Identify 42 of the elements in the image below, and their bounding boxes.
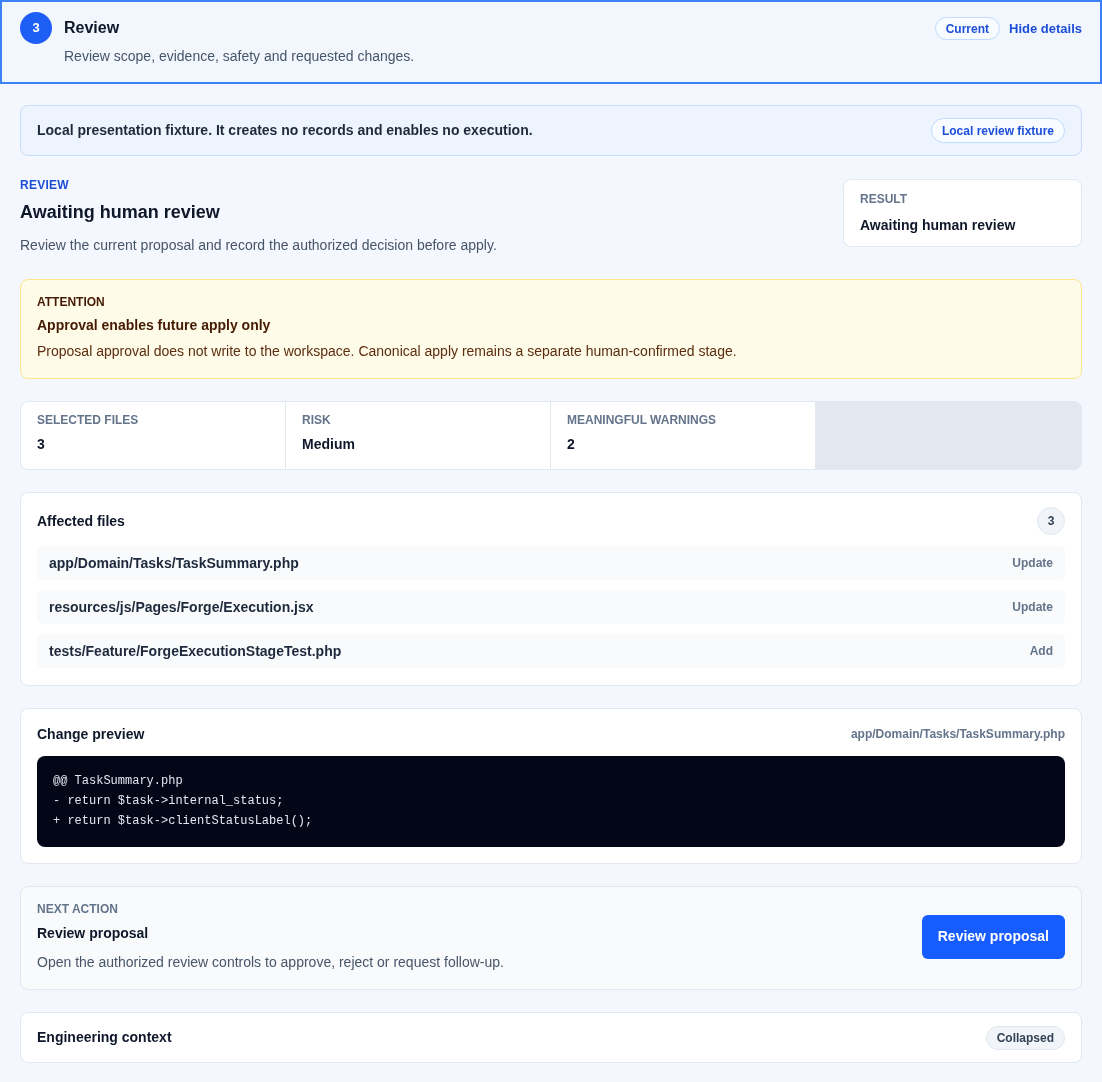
- fixture-badge: Local review fixture: [930, 118, 1065, 143]
- stat-value: Medium: [302, 435, 356, 454]
- file-path: app/Domain/Tasks/TaskSummary.php: [49, 553, 299, 573]
- preview-file-path: app/Domain/Tasks/TaskSummary.php: [850, 726, 1065, 743]
- step-title: Review: [64, 18, 121, 38]
- count-badge: 3: [1037, 507, 1065, 535]
- code-diff: @@ TaskSummary.php - return $task->internal_status; + return $task->clientStatusLabel();: [37, 756, 1065, 847]
- step-number: 3: [20, 12, 52, 44]
- collapsed-badge: Collapsed: [985, 1025, 1065, 1050]
- step-description: Review scope, evidence, safety and requested changes.: [64, 47, 415, 66]
- review-title: Awaiting human review: [20, 201, 221, 224]
- review-proposal-button[interactable]: Review proposal: [921, 914, 1065, 959]
- notice-text: Local presentation fixture. It creates no records and enables no execution.: [37, 121, 533, 140]
- hide-details-link[interactable]: Hide details: [1009, 18, 1082, 39]
- attention-label: ATTENTION: [37, 294, 106, 310]
- next-action-title: Review proposal: [37, 924, 150, 943]
- attention-body: Proposal approval does not write to the workspace. Canonical apply remains a separate human-confirmed stage.: [37, 342, 738, 361]
- stat-label: SELECTED FILES: [37, 412, 140, 428]
- file-row[interactable]: tests/Feature/ForgeExecutionStageTest.php Add: [37, 634, 1065, 668]
- stat-value: 3: [37, 435, 46, 454]
- next-action-label: NEXT ACTION: [37, 901, 119, 917]
- stat-value: 2: [567, 435, 576, 454]
- panel-title: Engineering context: [37, 1028, 172, 1047]
- next-action-body: Open the authorized review controls to approve, reject or request follow-up.: [37, 953, 504, 972]
- card-title: Change preview: [37, 725, 145, 744]
- stat-label: MEANINGFUL WARNINGS: [567, 412, 718, 428]
- attention-title: Approval enables future apply only: [37, 316, 272, 335]
- engineering-context-panel[interactable]: Engineering context Collapsed: [20, 1012, 1082, 1063]
- file-action: Add: [1029, 643, 1053, 660]
- result-value: Awaiting human review: [860, 216, 1017, 235]
- file-path: tests/Feature/ForgeExecutionStageTest.php: [49, 641, 342, 661]
- status-badge: Current: [934, 17, 1001, 40]
- section-eyebrow: REVIEW: [20, 177, 70, 193]
- file-row[interactable]: resources/js/Pages/Forge/Execution.jsx Update: [37, 590, 1065, 624]
- review-description: Review the current proposal and record the authorized decision before apply.: [20, 236, 497, 255]
- file-action: Update: [1012, 599, 1053, 616]
- card-title: Affected files: [37, 512, 125, 531]
- file-path: resources/js/Pages/Forge/Execution.jsx: [49, 597, 314, 617]
- result-label: RESULT: [860, 191, 909, 207]
- stat-label: RISK: [302, 412, 332, 428]
- file-row[interactable]: app/Domain/Tasks/TaskSummary.php Update: [37, 546, 1065, 580]
- file-action: Update: [1012, 555, 1053, 572]
